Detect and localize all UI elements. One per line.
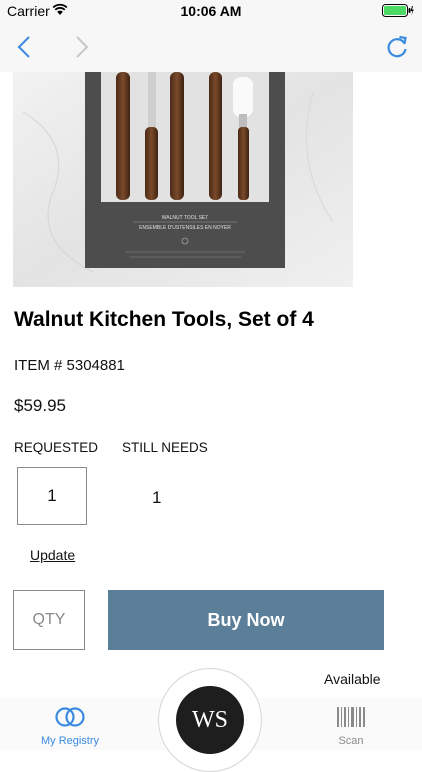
product-price: $59.95: [14, 396, 66, 415]
chevron-left-icon[interactable]: [12, 34, 38, 60]
status-bar: Carrier 10:06 AM: [0, 0, 422, 22]
refresh-icon[interactable]: [384, 34, 410, 60]
requested-label: REQUESTED: [14, 440, 99, 455]
update-link[interactable]: Update: [30, 547, 75, 563]
buy-now-button[interactable]: Buy Now: [108, 590, 384, 650]
tab-my-registry-label: My Registry: [40, 735, 100, 747]
battery-icon: [382, 4, 414, 17]
clock: 10:06 AM: [180, 3, 242, 19]
tab-scan-label: Scan: [338, 735, 364, 747]
tab-my-registry[interactable]: My Registry: [28, 706, 112, 750]
requested-quantity-field[interactable]: 1: [17, 467, 87, 525]
rings-icon: [55, 707, 85, 727]
still-needs-value: 1: [152, 488, 162, 507]
walnut-tool-set-photo: WALNUT TOOL SET ENSEMBLE D'USTENSILES EN…: [13, 72, 353, 287]
product-image: WALNUT TOOL SET ENSEMBLE D'USTENSILES EN…: [13, 72, 353, 287]
tab-scan[interactable]: Scan: [320, 706, 382, 750]
package-line2: ENSEMBLE D'USTENSILES EN NOYER: [139, 225, 231, 231]
item-number: ITEM # 5304881: [14, 357, 125, 374]
quantity-input[interactable]: [13, 590, 85, 650]
product-title: Walnut Kitchen Tools, Set of 4: [14, 308, 314, 331]
ws-logo-button[interactable]: WS: [176, 686, 244, 754]
availability-status: Available: [324, 671, 381, 687]
chevron-right-icon[interactable]: [68, 34, 94, 60]
package-line1: WALNUT TOOL SET: [162, 215, 209, 221]
barcode-icon: [337, 707, 365, 727]
still-needs-label: STILL NEEDS: [122, 440, 208, 455]
browser-nav-bar: [0, 22, 422, 72]
